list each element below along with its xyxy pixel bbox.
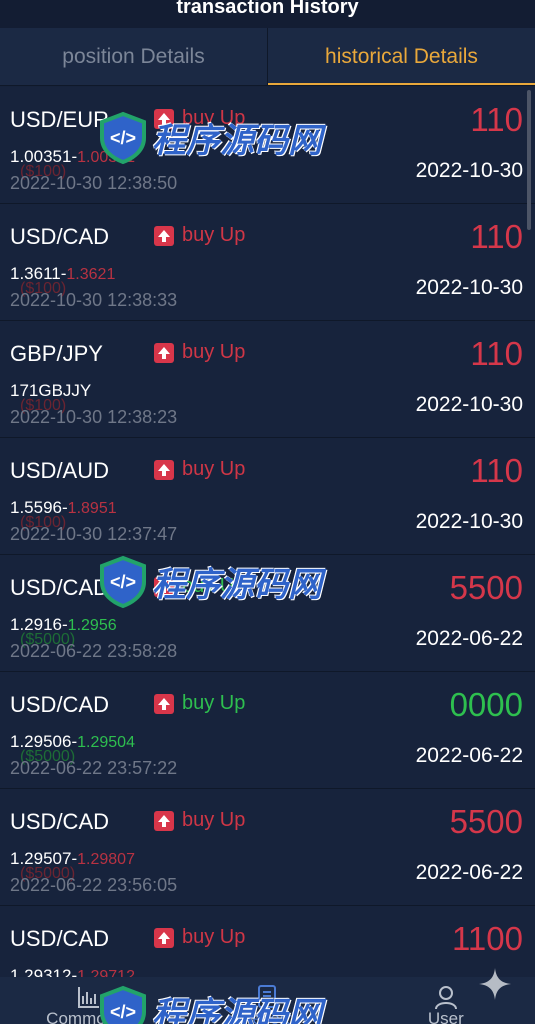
close-price: 1.29807 bbox=[77, 851, 135, 868]
arrow-up-icon bbox=[154, 810, 174, 831]
close-price: 1.29712 bbox=[77, 968, 135, 977]
user-icon bbox=[434, 986, 457, 1010]
timestamp: 2022-10-30 12:38:50 bbox=[10, 173, 178, 193]
settle-date: 2022-06-22 bbox=[415, 744, 523, 767]
scrollbar[interactable] bbox=[527, 90, 531, 230]
currency-pair: USD/CAD bbox=[10, 224, 110, 249]
close-price: 1.00351 bbox=[77, 149, 135, 166]
price-range: 1.29312-1.29712 bbox=[10, 966, 135, 977]
page-header: transaction History bbox=[0, 0, 535, 28]
arrow-up-icon bbox=[154, 108, 174, 129]
direction-badge: buy Up bbox=[154, 575, 245, 598]
transaction-list[interactable]: USD/EUR buy Up 1.00351-1.00351 ($100) 2022-1… bbox=[0, 87, 535, 977]
arrow-up-icon bbox=[154, 576, 174, 597]
arrow-up-icon bbox=[154, 693, 174, 714]
arrow-up-icon bbox=[154, 342, 174, 363]
transaction-row[interactable]: GBP/JPY buy Up 171GBJJY ($100) 2022-10-30 12… bbox=[0, 321, 535, 438]
arrow-up-icon bbox=[154, 927, 174, 948]
settle-date: 2022-10-30 bbox=[415, 276, 523, 299]
currency-pair: USD/AUD bbox=[10, 458, 110, 483]
page-title: transaction History bbox=[176, 0, 359, 18]
arrow-up-icon bbox=[154, 459, 174, 480]
transaction-row[interactable]: USD/CAD buy Up 1.29506-1.29504 ($5000) 2022-… bbox=[0, 672, 535, 789]
direction-badge: buy Up bbox=[154, 224, 245, 247]
nav-commodity[interactable]: Commodity bbox=[29, 977, 149, 1024]
close-price: 1.3621 bbox=[66, 266, 116, 283]
open-price: 1.29312- bbox=[10, 966, 78, 977]
tab-position-details[interactable]: position Details bbox=[0, 28, 268, 85]
nav-record[interactable]: Record bbox=[207, 977, 327, 1024]
timestamp: 2022-06-22 23:58:28 bbox=[10, 641, 178, 661]
bottom-nav: Commodity Record User bbox=[0, 977, 535, 1024]
chart-icon bbox=[78, 987, 100, 1008]
profit-value: 1100 bbox=[452, 920, 523, 957]
transaction-row[interactable]: USD/CAD buy Up 1.29507-1.29807 ($5000) 2022-… bbox=[0, 789, 535, 906]
settle-date: 2022-06-22 bbox=[415, 861, 523, 884]
direction-label: buy Up bbox=[182, 809, 246, 831]
tab-bar: position Details historical Details bbox=[0, 28, 535, 86]
transaction-row[interactable]: USD/AUD buy Up 1.5596-1.8951 ($100) 2022-10-… bbox=[0, 438, 535, 555]
direction-badge: buy Up bbox=[154, 341, 245, 364]
timestamp: 2022-10-30 12:38:23 bbox=[10, 407, 178, 427]
settle-date: 2022-10-30 bbox=[415, 510, 523, 533]
settle-date: 2022-06-22 bbox=[415, 627, 523, 650]
timestamp: 2022-10-30 12:38:33 bbox=[10, 290, 178, 310]
timestamp: 2022-06-22 23:57:22 bbox=[10, 758, 178, 778]
timestamp: 2022-10-30 12:37:47 bbox=[10, 524, 178, 544]
currency-pair: USD/CAD bbox=[10, 692, 110, 717]
direction-label: buy Up bbox=[182, 692, 246, 714]
arrow-up-icon bbox=[154, 225, 174, 246]
settle-date: 2022-10-30 bbox=[415, 159, 523, 182]
profit-value: 110 bbox=[470, 452, 523, 489]
currency-pair: GBP/JPY bbox=[10, 341, 103, 366]
record-icon bbox=[258, 985, 277, 1008]
direction-label: buy Up bbox=[182, 458, 246, 480]
direction-label: buy Up bbox=[182, 575, 246, 597]
transaction-row[interactable]: USD/CAD buy Up 1.3611-1.3621 ($100) 2022-10-… bbox=[0, 204, 535, 321]
profit-value: 110 bbox=[470, 218, 523, 255]
transaction-row[interactable]: USD/EUR buy Up 1.00351-1.00351 ($100) 2022-1… bbox=[0, 87, 535, 204]
currency-pair: USD/CAD bbox=[10, 575, 110, 600]
profit-value: 0000 bbox=[449, 686, 523, 723]
tab-historical-details[interactable]: historical Details bbox=[268, 28, 535, 85]
timestamp: 2022-06-22 23:56:05 bbox=[10, 875, 178, 895]
transaction-row[interactable]: USD/CAD buy Up 1.29312-1.29712 1100 bbox=[0, 906, 535, 977]
currency-pair: USD/EUR bbox=[10, 107, 110, 132]
currency-pair: USD/CAD bbox=[10, 926, 110, 951]
direction-badge: buy Up bbox=[154, 458, 245, 481]
profit-value: 5500 bbox=[449, 569, 523, 606]
currency-pair: USD/CAD bbox=[10, 809, 110, 834]
direction-badge: buy Up bbox=[154, 107, 245, 130]
sparkle-icon[interactable] bbox=[477, 966, 513, 1002]
nav-commodity-label: Commodity bbox=[46, 1012, 133, 1024]
close-price: 1.8951 bbox=[67, 500, 117, 517]
profit-value: 110 bbox=[470, 101, 523, 138]
close-price: 1.29504 bbox=[77, 734, 135, 751]
direction-label: buy Up bbox=[182, 224, 246, 246]
direction-badge: buy Up bbox=[154, 692, 245, 715]
nav-user-label: User bbox=[427, 1012, 464, 1024]
direction-label: buy Up bbox=[182, 341, 246, 363]
settle-date: 2022-10-30 bbox=[415, 393, 523, 416]
profit-value: 5500 bbox=[449, 803, 523, 840]
direction-label: buy Up bbox=[182, 107, 246, 129]
profit-value: 110 bbox=[470, 335, 523, 372]
direction-badge: buy Up bbox=[154, 809, 245, 832]
transaction-row[interactable]: USD/CAD buy Up 1.2916-1.2956 ($5000) 2022-06… bbox=[0, 555, 535, 672]
direction-badge: buy Up bbox=[154, 926, 245, 949]
direction-label: buy Up bbox=[182, 926, 246, 948]
nav-record-label: Record bbox=[240, 1012, 295, 1024]
